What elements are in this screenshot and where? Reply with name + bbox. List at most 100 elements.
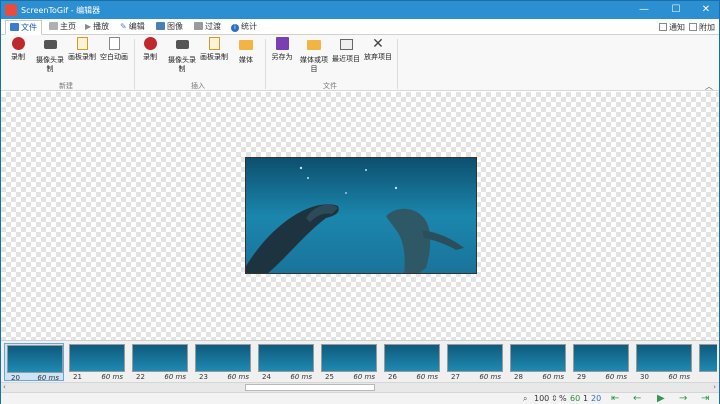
- insert-board-button[interactable]: 画板录制: [197, 37, 231, 62]
- frame-thumb[interactable]: 21 60 ms: [67, 343, 127, 381]
- record-add-icon: [143, 37, 157, 51]
- tab-edit[interactable]: ✎ 编辑: [116, 20, 149, 35]
- zoom-value[interactable]: 100: [534, 394, 549, 403]
- board-icon: [75, 37, 89, 51]
- frame-number: 30: [640, 373, 649, 381]
- frame-list: 20 60 ms 21 60 ms 22 60 ms 23 60 ms 24 6…: [1, 340, 719, 392]
- frame-thumb[interactable]: 30 60 ms: [634, 343, 694, 381]
- play-frame-icon[interactable]: ▶: [657, 393, 665, 404]
- button-label: 摄像头录制: [168, 56, 196, 73]
- current-frame: 20: [591, 394, 602, 403]
- new-board-button[interactable]: 画板录制: [65, 37, 99, 62]
- button-label: 空白动画: [100, 53, 128, 61]
- frame-duration: 60 ms: [353, 373, 375, 381]
- frame-thumb-partial[interactable]: [697, 343, 717, 381]
- dolphins-image: [246, 158, 476, 273]
- frame-thumb-image: [321, 344, 377, 372]
- last-frame-icon[interactable]: ⇥: [701, 393, 709, 404]
- frame-thumb[interactable]: 22 60 ms: [130, 343, 190, 381]
- tab-playback[interactable]: ▶ 播放: [81, 20, 113, 35]
- attach-checkbox[interactable]: [689, 23, 697, 31]
- tab-file[interactable]: 文件: [5, 20, 42, 35]
- tab-transition[interactable]: 过渡: [190, 20, 225, 35]
- frame-thumb[interactable]: 25 60 ms: [319, 343, 379, 381]
- tab-label: 编辑: [128, 22, 145, 31]
- new-record-button[interactable]: 录制: [1, 37, 35, 62]
- scroll-right-icon[interactable]: ›: [713, 383, 716, 391]
- frame-canvas[interactable]: [1, 92, 719, 340]
- frame-duration: 60 ms: [227, 373, 249, 381]
- total-frames: 60: [570, 394, 581, 403]
- close-button[interactable]: ✕: [691, 1, 720, 19]
- tab-label: 统计: [241, 22, 257, 31]
- frame-thumb[interactable]: 20 60 ms: [4, 343, 64, 382]
- tab-label: 过渡: [205, 22, 221, 31]
- home-icon: [49, 22, 58, 30]
- camera-add-icon: [175, 40, 189, 54]
- button-label: 最近项目: [332, 55, 360, 63]
- tab-image[interactable]: 图像: [152, 20, 187, 35]
- save-icon: [10, 23, 19, 31]
- zoom-spinner-icon[interactable]: ⇕: [551, 394, 558, 403]
- frame-thumb-image: [258, 344, 314, 372]
- frame-thumb[interactable]: 26 60 ms: [382, 343, 442, 381]
- save-as-button[interactable]: 另存为: [265, 37, 299, 62]
- frame-number: 28: [514, 373, 523, 381]
- insert-media-button[interactable]: 媒体: [229, 37, 263, 65]
- previous-frame-icon[interactable]: ←: [633, 393, 641, 404]
- button-label: 画板录制: [68, 53, 96, 61]
- insert-record-button[interactable]: 录制: [133, 37, 167, 62]
- open-media-button[interactable]: 媒体或项目: [297, 37, 331, 74]
- frame-list-scrollbar[interactable]: ‹ ›: [1, 382, 719, 392]
- notify-label: 通知: [669, 23, 685, 32]
- frame-thumb[interactable]: 28 60 ms: [508, 343, 568, 381]
- new-webcam-button[interactable]: 摄像头录制: [33, 37, 67, 74]
- scrollbar-thumb[interactable]: [245, 384, 375, 391]
- attach-toggle[interactable]: 附加: [689, 22, 715, 33]
- maximize-button[interactable]: ☐: [661, 1, 691, 19]
- frame-thumb[interactable]: 27 60 ms: [445, 343, 505, 381]
- frame-thumb[interactable]: 23 60 ms: [193, 343, 253, 381]
- frame-number: 27: [451, 373, 460, 381]
- button-label: 媒体或项目: [300, 56, 328, 73]
- tab-statistics[interactable]: i 统计: [227, 20, 261, 35]
- frame-number: 26: [388, 373, 397, 381]
- group-label-new: 新建: [59, 82, 73, 90]
- button-label: 录制: [143, 53, 157, 61]
- tab-label: 播放: [93, 22, 110, 31]
- record-icon: [11, 37, 25, 51]
- frame-duration: 60 ms: [542, 373, 564, 381]
- frame-thumb-image: [510, 344, 566, 372]
- new-blank-button[interactable]: 空白动画: [97, 37, 131, 62]
- recent-projects-button[interactable]: 最近项目: [329, 37, 363, 64]
- frame-thumb-image: [132, 344, 188, 372]
- frame-duration: 60 ms: [101, 373, 123, 381]
- frame-number: 21: [73, 373, 82, 381]
- notify-toggle[interactable]: 通知: [659, 22, 685, 33]
- tab-label: 图像: [167, 22, 183, 31]
- collapse-ribbon-icon[interactable]: ︿: [705, 81, 713, 92]
- frame-duration: 60 ms: [668, 373, 690, 381]
- next-frame-icon[interactable]: →: [679, 393, 687, 404]
- frame-thumb[interactable]: 29 60 ms: [571, 343, 631, 381]
- notify-checkbox[interactable]: [659, 23, 667, 31]
- first-frame-icon[interactable]: ⇤: [611, 393, 619, 404]
- frame-number: 29: [577, 373, 586, 381]
- editor-window: ScreenToGif - 编辑器 — ☐ ✕ 文件 主页 ▶ 播放 ✎ 编辑 图像…: [0, 0, 720, 404]
- insert-webcam-button[interactable]: 摄像头录制: [165, 37, 199, 74]
- discard-project-button[interactable]: ✕ 放弃项目: [361, 37, 395, 62]
- discard-icon: ✕: [372, 36, 384, 52]
- frame-thumb-image: [636, 344, 692, 372]
- minimize-button[interactable]: —: [629, 1, 659, 19]
- tab-label: 文件: [21, 23, 37, 32]
- camera-icon: [43, 40, 57, 54]
- tab-home[interactable]: 主页: [45, 20, 80, 35]
- frame-thumb[interactable]: 24 60 ms: [256, 343, 316, 381]
- button-label: 录制: [11, 53, 25, 61]
- frame-number: 24: [262, 373, 271, 381]
- scroll-left-icon[interactable]: ‹: [3, 383, 6, 391]
- frame-duration: 60 ms: [290, 373, 312, 381]
- play-icon: ▶: [85, 22, 92, 31]
- frame-thumb-image: [69, 344, 125, 372]
- frame-thumb-image: [447, 344, 503, 372]
